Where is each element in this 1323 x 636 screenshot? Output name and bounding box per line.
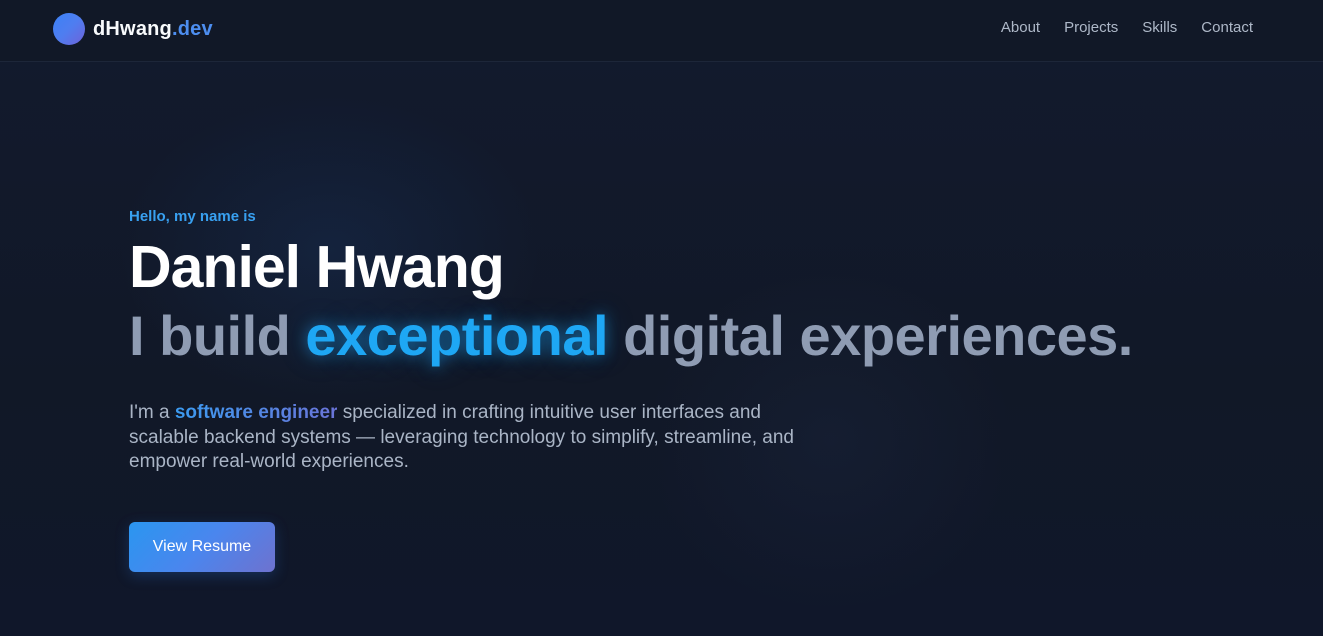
- hero-name: Daniel Hwang: [129, 234, 505, 300]
- logo-circle-icon: [53, 13, 85, 45]
- nav-link-projects[interactable]: Projects: [1064, 19, 1118, 36]
- tagline-post: digital experiences.: [608, 304, 1133, 367]
- brand-logo-link[interactable]: dHwang.dev: [53, 13, 213, 45]
- hero-intro: I'm a software engineer specialized in c…: [129, 401, 829, 475]
- intro-pre: I'm a: [129, 402, 175, 423]
- hero-tagline: I build exceptional digital experiences.: [129, 305, 1133, 367]
- brand-name: dHwang.dev: [93, 18, 213, 41]
- navbar: dHwang.dev About Projects Skills Contact: [0, 0, 1323, 62]
- view-resume-button[interactable]: View Resume: [129, 522, 275, 572]
- tagline-pre: I build: [129, 304, 306, 367]
- nav-link-contact[interactable]: Contact: [1201, 19, 1253, 36]
- nav-link-about[interactable]: About: [1001, 19, 1040, 36]
- nav-link-skills[interactable]: Skills: [1142, 19, 1177, 36]
- nav-links: About Projects Skills Contact: [1001, 19, 1253, 36]
- brand-name-main: dHwang: [93, 17, 172, 40]
- brand-name-accent: .dev: [171, 17, 213, 40]
- tagline-highlight: exceptional: [305, 304, 609, 367]
- hero-greeting: Hello, my name is: [129, 208, 256, 225]
- intro-highlight: software engineer: [174, 402, 338, 423]
